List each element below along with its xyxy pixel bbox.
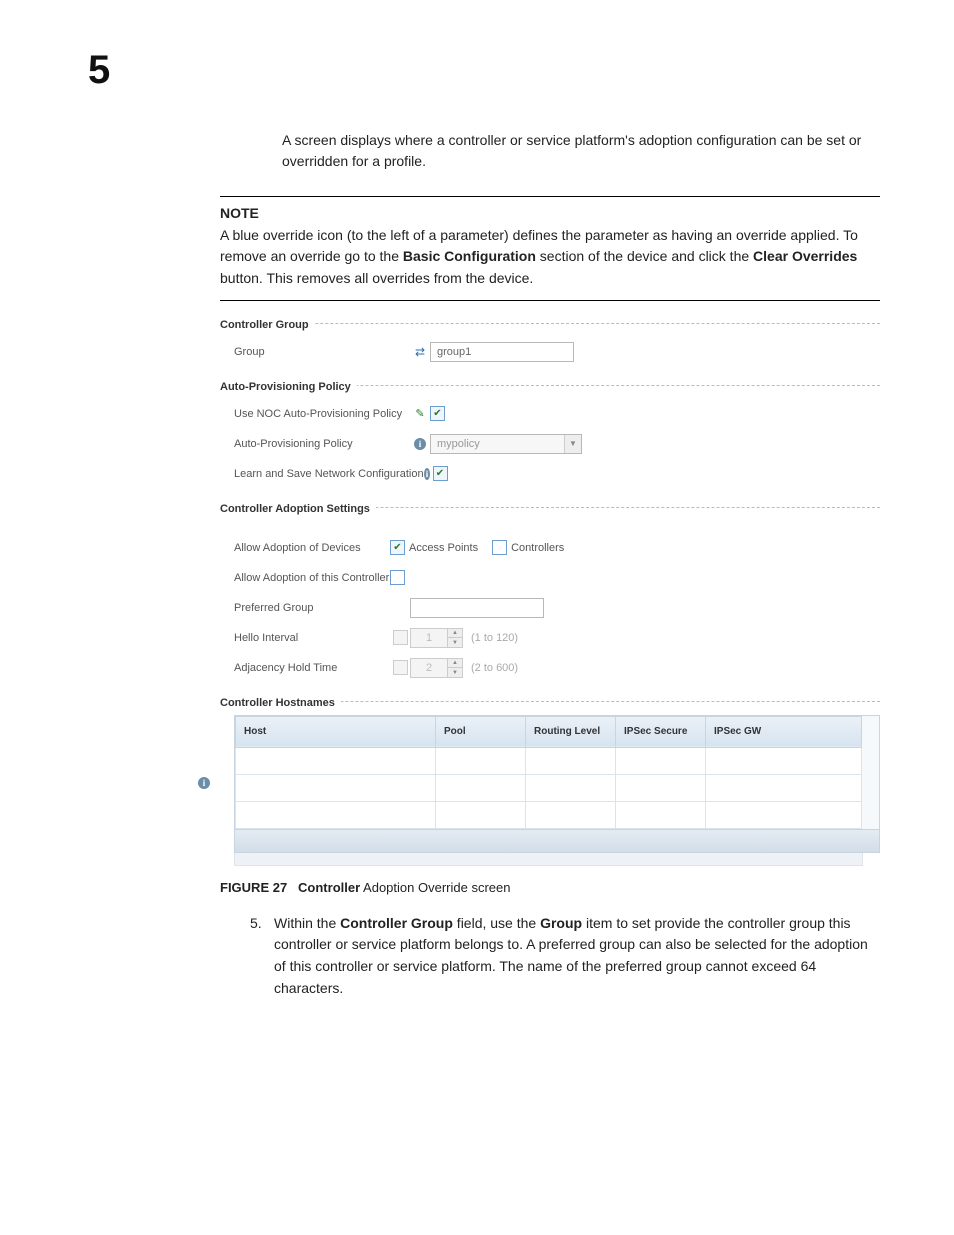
spinner-down-icon[interactable]: ▼ xyxy=(448,668,462,677)
section-controller-group: Controller Group xyxy=(220,319,315,331)
learn-save-checkbox[interactable]: ✔ xyxy=(433,466,448,481)
access-points-label: Access Points xyxy=(409,542,478,554)
controllers-checkbox[interactable]: ✔ xyxy=(492,540,507,555)
spinner-up-icon[interactable]: ▲ xyxy=(448,659,462,669)
spinner-up-icon[interactable]: ▲ xyxy=(448,629,462,639)
info-icon: i xyxy=(414,438,426,450)
step-group: Group xyxy=(540,915,582,931)
col-ipsec-secure[interactable]: IPSec Secure xyxy=(616,716,706,747)
step-5: 5. Within the Controller Group field, us… xyxy=(250,913,880,1000)
step-number: 5. xyxy=(250,913,274,1000)
intro-paragraph: A screen displays where a controller or … xyxy=(282,130,880,172)
table-header-row: Host Pool Routing Level IPSec Secure IPS… xyxy=(236,716,862,747)
group-input[interactable]: group1 xyxy=(430,342,574,362)
figure-caption: FIGURE 27 Controller Adoption Override s… xyxy=(220,880,880,895)
note-text-2: section of the device and click the xyxy=(536,248,753,264)
use-noc-label: Use NOC Auto-Provisioning Policy xyxy=(234,408,410,420)
note-title: NOTE xyxy=(220,203,880,225)
section-hostnames: Controller Hostnames xyxy=(220,697,341,709)
step-text-a: Within the xyxy=(274,915,340,931)
info-icon: i xyxy=(198,777,210,789)
step-controller-group: Controller Group xyxy=(340,915,453,931)
col-pool[interactable]: Pool xyxy=(436,716,526,747)
allow-this-controller-checkbox[interactable]: ✔ xyxy=(390,570,405,585)
col-ipsec-gw[interactable]: IPSec GW xyxy=(706,716,862,747)
spinner-down-icon[interactable]: ▼ xyxy=(448,638,462,647)
hello-interval-value: 1 xyxy=(410,628,448,648)
table-bottom-strip xyxy=(234,853,863,866)
hello-enable-checkbox[interactable]: ✔ xyxy=(393,630,408,645)
use-noc-checkbox[interactable]: ✔ xyxy=(430,406,445,421)
table-row[interactable] xyxy=(236,774,862,801)
note-text-3: button. This removes all overrides from … xyxy=(220,270,533,286)
auto-prov-policy-dropdown[interactable]: mypolicy ▼ xyxy=(430,434,582,454)
auto-prov-policy-value: mypolicy xyxy=(431,438,564,450)
adjacency-enable-checkbox[interactable]: ✔ xyxy=(393,660,408,675)
figure-bold: Controller xyxy=(298,880,360,895)
table-footer-bar xyxy=(235,829,879,852)
pencil-icon: ✎ xyxy=(415,407,424,420)
section-auto-provisioning: Auto-Provisioning Policy xyxy=(220,381,357,393)
hello-interval-label: Hello Interval xyxy=(234,632,390,644)
table-row[interactable] xyxy=(236,801,862,828)
hostnames-table: Host Pool Routing Level IPSec Secure IPS… xyxy=(234,715,880,853)
note-clear-overrides: Clear Overrides xyxy=(753,248,857,264)
col-routing-level[interactable]: Routing Level xyxy=(526,716,616,747)
chapter-number: 5 xyxy=(88,48,110,93)
figure-rest: Adoption Override screen xyxy=(360,880,510,895)
auto-prov-policy-label: Auto-Provisioning Policy xyxy=(234,438,410,450)
controllers-label: Controllers xyxy=(511,542,564,554)
allow-devices-label: Allow Adoption of Devices xyxy=(234,542,390,554)
step-text-c: field, use the xyxy=(453,915,540,931)
screenshot-panel: Controller Group Group ⇄ group1 Auto-Pro… xyxy=(220,315,880,866)
adjacency-spinner[interactable]: 2 ▲▼ xyxy=(410,658,463,678)
table-row[interactable] xyxy=(236,747,862,774)
adjacency-range: (2 to 600) xyxy=(471,662,518,674)
group-label: Group xyxy=(234,346,410,358)
adjacency-label: Adjacency Hold Time xyxy=(234,662,390,674)
allow-this-controller-label: Allow Adoption of this Controller xyxy=(234,572,390,584)
figure-label: FIGURE 27 xyxy=(220,880,287,895)
override-icon: ⇄ xyxy=(415,345,425,359)
note-basic-config: Basic Configuration xyxy=(403,248,536,264)
adjacency-value: 2 xyxy=(410,658,448,678)
hello-interval-spinner[interactable]: 1 ▲▼ xyxy=(410,628,463,648)
preferred-group-label: Preferred Group xyxy=(234,602,390,614)
hello-range: (1 to 120) xyxy=(471,632,518,644)
learn-save-label: Learn and Save Network Configuration xyxy=(234,468,424,480)
col-host[interactable]: Host xyxy=(236,716,436,747)
preferred-group-input[interactable] xyxy=(410,598,544,618)
note-block: NOTE A blue override icon (to the left o… xyxy=(220,196,880,301)
access-points-checkbox[interactable]: ✔ xyxy=(390,540,405,555)
section-adoption-settings: Controller Adoption Settings xyxy=(220,503,376,515)
chevron-down-icon: ▼ xyxy=(564,435,581,453)
